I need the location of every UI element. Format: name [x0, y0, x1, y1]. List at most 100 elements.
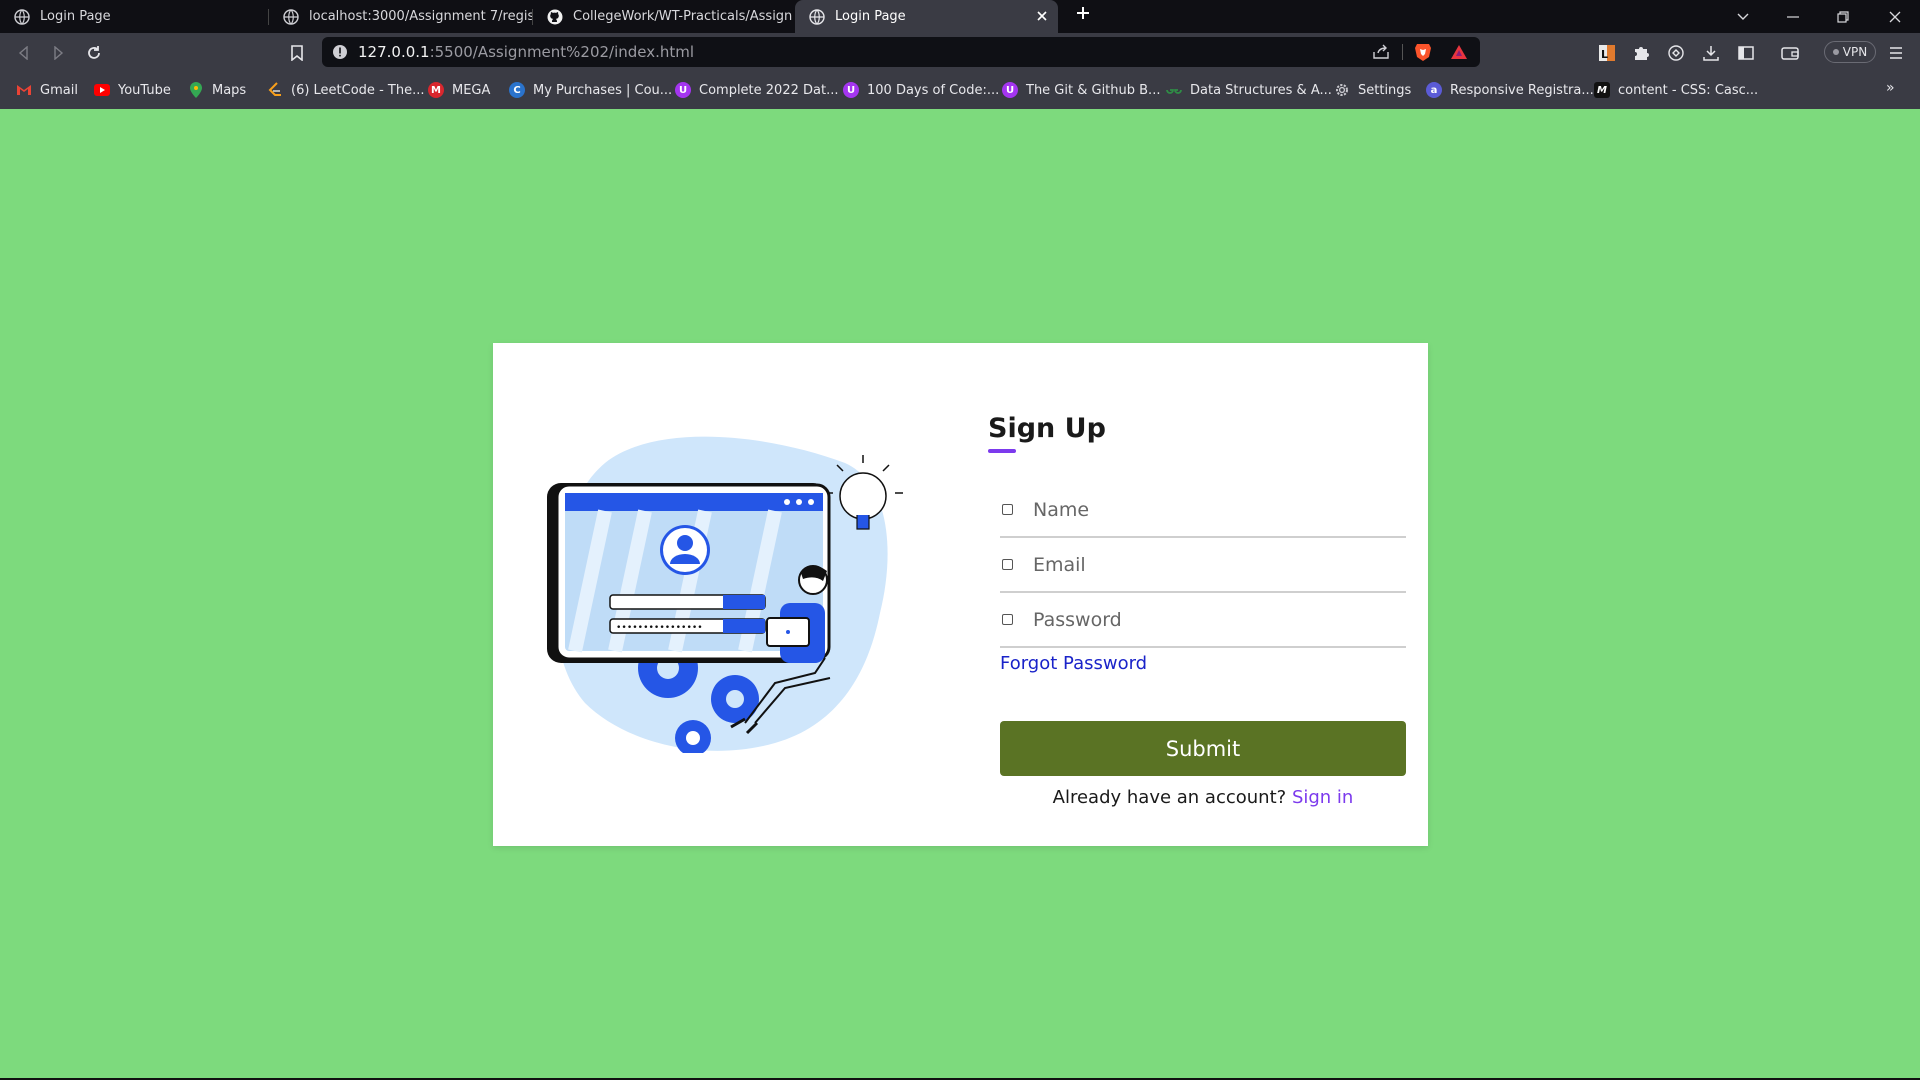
sidebar-icon[interactable]: [1734, 41, 1758, 65]
bookmark-leetcode[interactable]: (6) LeetCode - The...: [267, 80, 424, 100]
tab-title: localhost:3000/Assignment 7/register.: [309, 9, 532, 24]
youtube-icon: [94, 82, 110, 98]
email-input[interactable]: [1033, 553, 1373, 576]
tab-localhost-register[interactable]: localhost:3000/Assignment 7/register.: [269, 0, 532, 33]
bookmark-git-github[interactable]: U The Git & Github B...: [1002, 80, 1160, 100]
email-icon: [1002, 559, 1013, 570]
lock-icon: [1002, 614, 1013, 625]
close-tab-icon[interactable]: [1034, 9, 1050, 25]
svg-text:L: L: [1601, 48, 1608, 61]
already-account-text: Already have an account? Sign in: [1000, 787, 1406, 808]
gmail-icon: [16, 82, 32, 98]
globe-icon: [809, 8, 825, 25]
already-label: Already have an account?: [1052, 787, 1287, 808]
globe-icon: [14, 8, 30, 25]
bookmark-gmail[interactable]: Gmail: [16, 80, 78, 100]
browser-tab-strip: Login Page localhost:3000/Assignment 7/r…: [0, 0, 1920, 33]
gfg-icon: [1166, 82, 1182, 98]
tab-login-page-active[interactable]: Login Page: [795, 0, 1058, 33]
gear-icon: [1334, 82, 1350, 98]
name-field: [1000, 483, 1406, 538]
wallet-icon[interactable]: [1778, 41, 1802, 65]
brave-rewards-icon[interactable]: [1450, 44, 1468, 60]
bookmark-label: (6) LeetCode - The...: [291, 82, 425, 98]
bookmarks-bar: Gmail YouTube Maps (6) LeetCode - The...…: [0, 72, 1920, 109]
extension-l-icon[interactable]: L: [1595, 41, 1619, 65]
udemy-icon: U: [675, 82, 691, 98]
forgot-password-link[interactable]: Forgot Password: [1000, 653, 1147, 674]
bookmark-label: The Git & Github B...: [1026, 82, 1161, 98]
address-bar[interactable]: 127.0.0.1:5500/Assignment%202/index.html: [322, 37, 1480, 67]
bookmark-responsive-registration[interactable]: a Responsive Registra...: [1426, 80, 1594, 100]
udemy-icon: U: [843, 82, 859, 98]
bookmark-coursera[interactable]: C My Purchases | Cou...: [509, 80, 672, 100]
udemy-icon: U: [1002, 82, 1018, 98]
site-info-icon[interactable]: [332, 44, 348, 60]
mdn-icon: M: [1594, 82, 1610, 98]
share-icon[interactable]: [1372, 44, 1390, 60]
user-icon: [1002, 504, 1013, 515]
password-input[interactable]: [1033, 608, 1373, 631]
tab-github-collegework[interactable]: CollegeWork/WT-Practicals/Assignme: [533, 0, 793, 33]
browser-toolbar: 127.0.0.1:5500/Assignment%202/index.html…: [0, 33, 1920, 72]
leetcode-icon: [267, 82, 283, 98]
bookmark-settings[interactable]: Settings: [1334, 80, 1411, 100]
back-icon[interactable]: [12, 41, 36, 65]
bookmark-data-structures[interactable]: Data Structures & A...: [1166, 80, 1332, 100]
bookmark-label: Maps: [212, 82, 247, 98]
tab-title: Login Page: [40, 9, 111, 24]
bookmark-label: content - CSS: Casc...: [1618, 82, 1759, 98]
tab-search-chevron-icon[interactable]: [1720, 0, 1766, 33]
password-field: [1000, 593, 1406, 648]
bookmark-icon[interactable]: [285, 41, 309, 65]
extensions-puzzle-icon[interactable]: [1630, 41, 1654, 65]
vpn-status-dot: [1832, 49, 1839, 55]
close-window-icon[interactable]: [1872, 0, 1918, 33]
submit-button[interactable]: Submit: [1000, 721, 1406, 776]
more-bookmarks-icon[interactable]: »: [1886, 80, 1895, 96]
bookmark-label: Gmail: [40, 82, 78, 98]
bookmark-label: Responsive Registra...: [1450, 82, 1594, 98]
bookmark-100-days[interactable]: U 100 Days of Code:...: [843, 80, 999, 100]
globe-icon: [283, 8, 299, 25]
bookmark-mdn-css[interactable]: M content - CSS: Casc...: [1594, 80, 1758, 100]
url-host: 127.0.0.1: [358, 43, 430, 61]
divider: [1402, 44, 1403, 60]
new-tab-button[interactable]: [1071, 4, 1095, 28]
restore-window-icon[interactable]: [1820, 0, 1866, 33]
maps-icon: [188, 82, 204, 98]
github-icon: [547, 9, 563, 25]
bookmark-label: Data Structures & A...: [1190, 82, 1332, 98]
coursera-icon: C: [509, 82, 525, 98]
svg-text:••••••••••••••••: ••••••••••••••••: [616, 623, 703, 633]
signup-card: •••••••••••••••• Sign Up Forgot Passwo: [493, 343, 1428, 846]
mega-icon: M: [428, 82, 444, 98]
sign-in-link[interactable]: Sign in: [1292, 787, 1353, 808]
download-icon[interactable]: [1699, 41, 1723, 65]
codepen-icon: a: [1426, 82, 1442, 98]
bookmark-label: Settings: [1358, 82, 1412, 98]
bookmark-label: My Purchases | Cou...: [533, 82, 673, 98]
bookmark-maps[interactable]: Maps: [188, 80, 246, 100]
reload-icon[interactable]: [82, 41, 106, 65]
vpn-label: VPN: [1842, 45, 1868, 59]
tab-title: Login Page: [835, 9, 906, 24]
forward-icon[interactable]: [46, 41, 70, 65]
form-fields: Forgot Password Submit Already have an a…: [988, 343, 1418, 846]
bookmark-label: YouTube: [118, 82, 171, 98]
vpn-button[interactable]: VPN: [1824, 41, 1876, 63]
email-field: [1000, 538, 1406, 593]
bookmark-complete-2022[interactable]: U Complete 2022 Dat...: [675, 80, 838, 100]
tab-login-page-1[interactable]: Login Page: [0, 0, 268, 33]
login-illustration: ••••••••••••••••: [547, 436, 903, 753]
sync-icon[interactable]: [1664, 41, 1688, 65]
brave-shields-icon[interactable]: [1414, 43, 1432, 62]
bookmark-label: Complete 2022 Dat...: [699, 82, 839, 98]
name-input[interactable]: [1033, 498, 1373, 521]
bookmark-mega[interactable]: M MEGA: [428, 80, 490, 100]
menu-icon[interactable]: [1884, 41, 1908, 65]
tab-title: CollegeWork/WT-Practicals/Assignme: [573, 9, 793, 24]
minimize-window-icon[interactable]: [1770, 0, 1816, 33]
bookmark-youtube[interactable]: YouTube: [94, 80, 171, 100]
bookmark-label: 100 Days of Code:...: [867, 82, 1000, 98]
